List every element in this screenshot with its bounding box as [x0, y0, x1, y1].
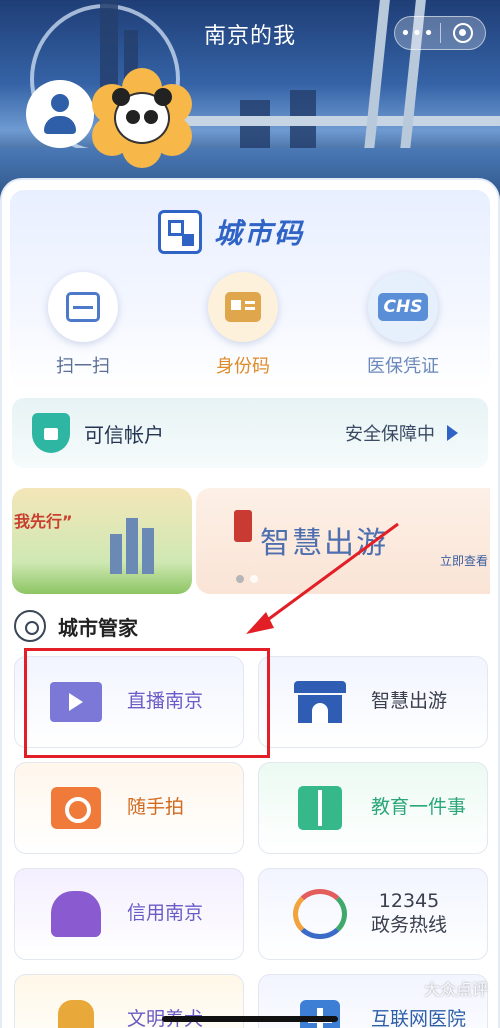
- chs-icon: CHS: [368, 272, 438, 342]
- dog-icon: [47, 995, 105, 1028]
- city-code-header[interactable]: 城市码: [158, 210, 304, 254]
- service-label: 随手拍: [127, 796, 185, 819]
- quick-action-label: 医保凭证: [367, 356, 439, 377]
- mini-program-capsule: •••: [394, 16, 486, 50]
- banner-title: 智慧出游: [260, 526, 388, 561]
- close-circle-icon[interactable]: [441, 23, 485, 43]
- lion-icon: [47, 889, 105, 939]
- service-live-nanjing[interactable]: 直播南京: [14, 656, 244, 748]
- carousel-indicator: [236, 575, 258, 583]
- trusted-account-row[interactable]: 可信帐户 安全保障中: [12, 398, 488, 468]
- service-12345-hotline[interactable]: 12345 政务热线: [258, 868, 488, 960]
- carousel-dot: [236, 575, 244, 583]
- section-title: 城市管家: [58, 615, 138, 640]
- watermark-text: 大众点评: [423, 980, 488, 999]
- banner-view-now-link[interactable]: 立即查看: [440, 552, 488, 569]
- tower-graphic: [110, 534, 122, 574]
- trusted-account-status: 安全保障中: [345, 424, 435, 445]
- camera-icon: [47, 783, 105, 833]
- service-smart-travel[interactable]: 智慧出游: [258, 656, 488, 748]
- book-icon: [291, 783, 349, 833]
- trusted-account-label: 可信帐户: [84, 422, 164, 447]
- section-header: 城市管家: [14, 610, 138, 642]
- quick-action-scan[interactable]: 扫一扫: [28, 272, 138, 378]
- service-label: 智慧出游: [371, 690, 448, 713]
- home-indicator[interactable]: [162, 1016, 338, 1022]
- plum-blossom-icon: [14, 610, 46, 642]
- id-card-icon: [208, 272, 278, 342]
- quick-action-label: 扫一扫: [56, 356, 110, 377]
- video-camera-icon: [47, 677, 105, 727]
- qr-code-icon: [158, 210, 202, 254]
- service-label: 信用南京: [127, 902, 204, 925]
- tower-graphic: [126, 518, 138, 574]
- chevron-right-icon: [447, 425, 458, 441]
- user-avatar[interactable]: [26, 80, 94, 148]
- city-code-title: 城市码: [214, 217, 305, 250]
- hotline-label: 政务热线: [371, 914, 448, 936]
- panda-mascot-icon: [92, 68, 192, 168]
- user-icon: [51, 94, 69, 112]
- carousel-dot: [250, 575, 258, 583]
- jinling-seal-icon: [234, 510, 252, 542]
- hospital-cross-icon: [291, 995, 349, 1028]
- quick-action-medical-insurance[interactable]: CHS 医保凭证: [348, 272, 458, 378]
- tower-graphic: [142, 528, 154, 574]
- city-gate-icon: [291, 677, 349, 727]
- banner-slide-left[interactable]: 我先行”: [12, 488, 192, 594]
- banner-slogan: 我先行”: [14, 512, 73, 531]
- scan-icon: [48, 272, 118, 342]
- hotline-number: 12345: [378, 890, 440, 913]
- quick-action-id-code[interactable]: 身份码: [188, 272, 298, 378]
- bridge-graphic: [160, 116, 500, 126]
- service-label: 教育一件事: [371, 796, 467, 819]
- service-education[interactable]: 教育一件事: [258, 762, 488, 854]
- service-credit-nanjing[interactable]: 信用南京: [14, 868, 244, 960]
- service-label: 互联网医院: [371, 1008, 467, 1028]
- hotline-icon: [291, 889, 349, 939]
- service-label: 12345 政务热线: [371, 890, 447, 938]
- quick-action-label: 身份码: [216, 356, 270, 377]
- service-snapshot[interactable]: 随手拍: [14, 762, 244, 854]
- shield-lock-icon: [32, 413, 70, 453]
- chs-badge: CHS: [377, 293, 429, 321]
- more-dots-icon[interactable]: •••: [395, 23, 440, 44]
- service-label: 直播南京: [127, 690, 204, 713]
